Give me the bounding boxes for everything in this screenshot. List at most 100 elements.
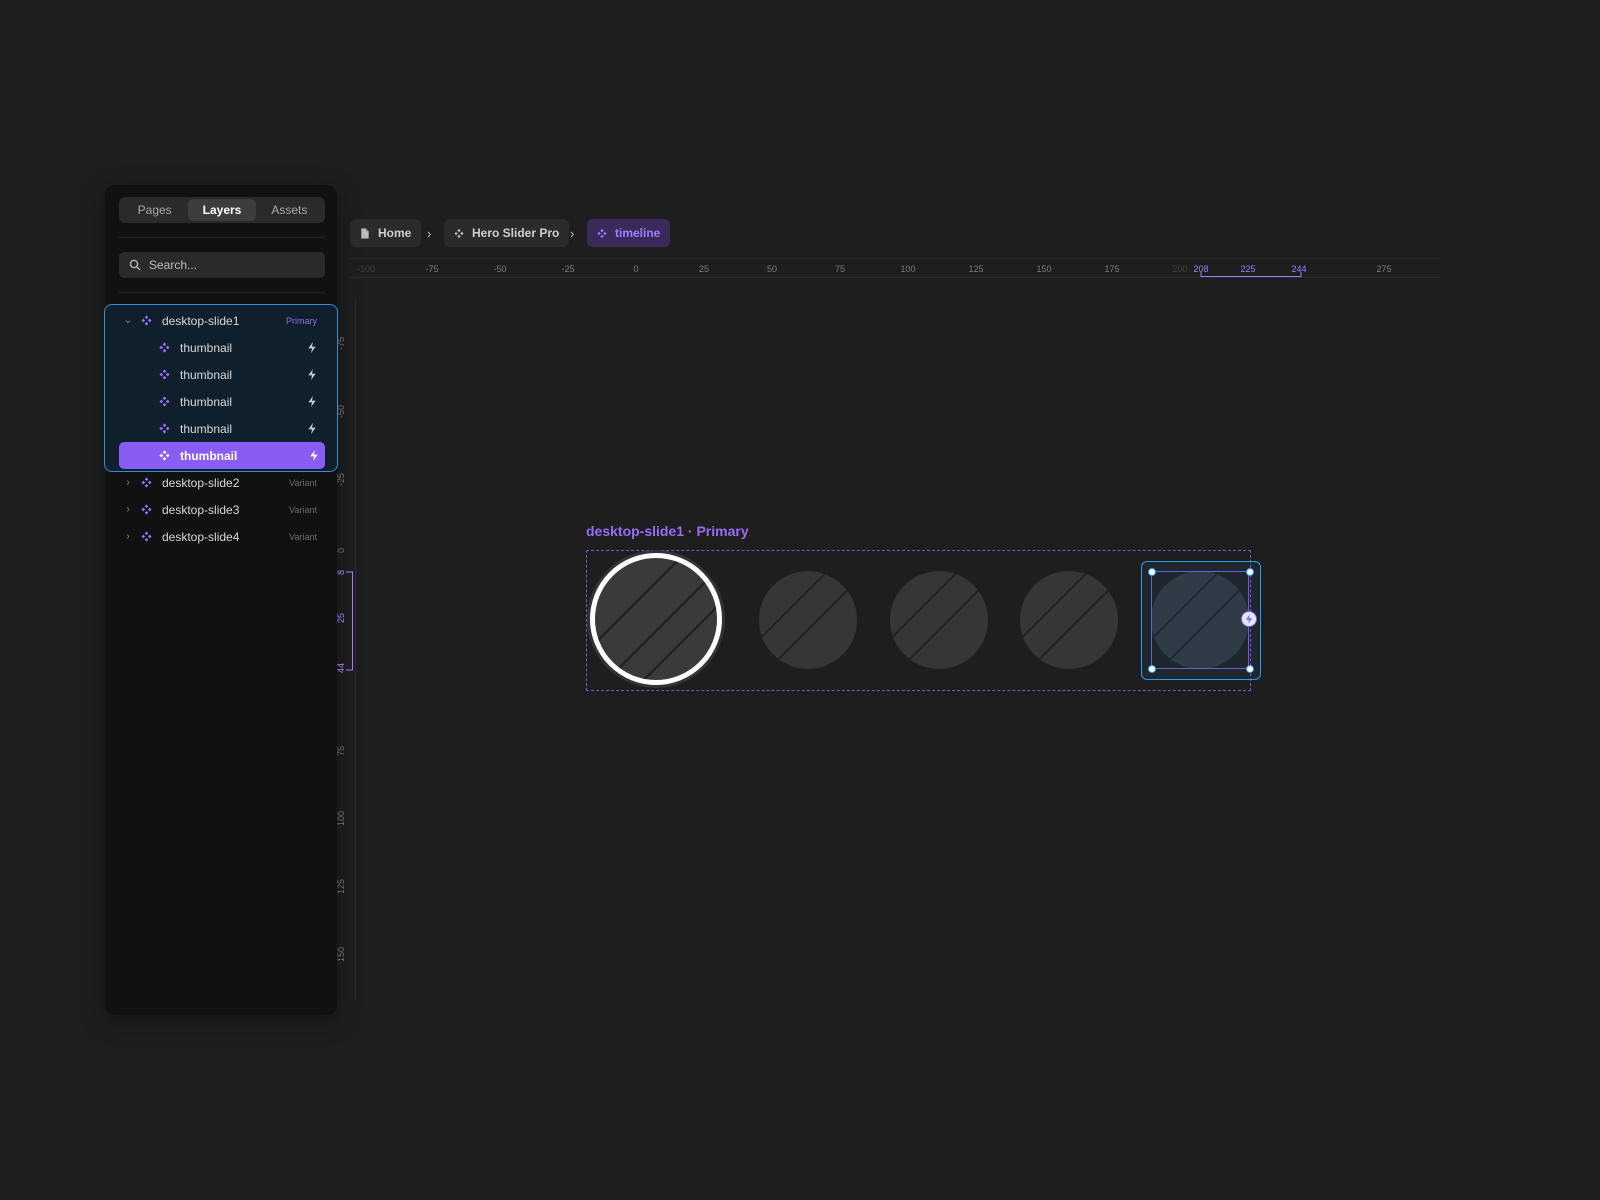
layer-row-desktop-slide3[interactable]: › desktop-slide3 Variant <box>105 496 337 523</box>
breadcrumb-label: timeline <box>615 226 661 240</box>
search-icon <box>129 259 141 271</box>
ruler-tick: -25 <box>336 472 346 486</box>
layer-label: thumbnail <box>180 421 233 436</box>
tab-layers[interactable]: Layers <box>188 199 256 221</box>
component-icon <box>159 342 170 353</box>
ruler-tick: 125 <box>968 264 984 274</box>
breadcrumb-hero-slider-pro[interactable]: Hero Slider Pro <box>444 219 570 247</box>
ruler-tick-selected: 225 <box>1240 264 1256 274</box>
layer-label: desktop-slide1 <box>162 313 240 328</box>
ruler-tick: 275 <box>1376 264 1392 274</box>
vertical-ruler[interactable]: -75 -50 -25 0 8 25 44 75 100 125 150 <box>336 300 356 1000</box>
ruler-tick: 75 <box>834 264 846 274</box>
layer-label: desktop-slide3 <box>162 502 240 517</box>
bolt-icon[interactable] <box>309 450 319 461</box>
breadcrumb-timeline[interactable]: timeline <box>587 219 671 247</box>
ruler-tick: -50 <box>336 404 346 418</box>
breadcrumb-separator-icon: › <box>570 226 575 241</box>
image-placeholder-icon <box>890 571 988 669</box>
layer-label: thumbnail <box>180 394 233 409</box>
selection-bounds <box>1151 571 1249 669</box>
layer-row-thumbnail-selected[interactable]: thumbnail <box>119 442 325 469</box>
breadcrumb-label: Hero Slider Pro <box>472 226 560 240</box>
ruler-tick: 0 <box>336 547 346 553</box>
variant-badge: Variant <box>289 504 317 515</box>
image-placeholder-icon <box>595 558 717 680</box>
search-input[interactable] <box>149 258 309 272</box>
thumbnail[interactable] <box>759 571 857 669</box>
component-icon <box>454 228 464 238</box>
chevron-right-icon[interactable]: › <box>123 531 133 542</box>
tab-pages[interactable]: Pages <box>121 199 188 221</box>
ruler-tick: 100 <box>900 264 916 274</box>
layer-row-desktop-slide2[interactable]: › desktop-slide2 Variant <box>105 469 337 496</box>
component-icon <box>141 477 152 488</box>
thumbnail[interactable] <box>890 571 988 669</box>
chevron-right-icon[interactable]: › <box>123 477 133 488</box>
layer-label: thumbnail <box>180 448 238 463</box>
resize-handle-top-right[interactable] <box>1246 568 1254 576</box>
bolt-icon <box>1245 614 1253 624</box>
ruler-tick: 75 <box>336 745 346 756</box>
layer-row-thumbnail[interactable]: thumbnail <box>105 388 337 415</box>
ruler-tick: 100 <box>336 810 346 826</box>
layer-row-thumbnail[interactable]: thumbnail <box>105 361 337 388</box>
page-icon <box>361 227 369 239</box>
layer-row-thumbnail[interactable]: thumbnail <box>105 334 337 361</box>
ruler-track <box>350 258 1440 278</box>
horizontal-ruler[interactable]: -100 -75 -50 -25 0 25 50 75 100 125 150 … <box>350 258 1440 278</box>
resize-handle-top-left[interactable] <box>1148 568 1156 576</box>
ruler-tick: -100 <box>356 264 376 274</box>
component-icon <box>141 504 152 515</box>
chevron-down-icon[interactable]: ⌄ <box>123 315 133 326</box>
component-icon <box>141 315 152 326</box>
ruler-tick: -25 <box>561 264 575 274</box>
layer-row-desktop-slide1[interactable]: ⌄ desktop-slide1 Primary <box>105 307 337 334</box>
image-placeholder-icon <box>1020 571 1118 669</box>
ruler-tick: -75 <box>425 264 439 274</box>
ruler-tick: 25 <box>698 264 710 274</box>
component-icon <box>159 450 170 461</box>
layer-row-thumbnail[interactable]: thumbnail <box>105 415 337 442</box>
layer-row-desktop-slide4[interactable]: › desktop-slide4 Variant <box>105 523 337 550</box>
thumbnail-active[interactable] <box>590 553 722 685</box>
variant-badge: Variant <box>289 531 317 542</box>
chevron-right-icon[interactable]: › <box>123 504 133 515</box>
image-placeholder-icon <box>759 571 857 669</box>
component-icon <box>159 369 170 380</box>
layer-label: thumbnail <box>180 367 233 382</box>
search-box[interactable] <box>119 252 325 278</box>
bolt-icon[interactable] <box>307 396 317 407</box>
ruler-tick-selected: 44 <box>336 662 346 673</box>
frame-title[interactable]: desktop-slide1 · Primary <box>586 523 749 539</box>
ruler-tick: 150 <box>1036 264 1052 274</box>
component-icon <box>141 531 152 542</box>
ruler-tick: 125 <box>336 878 346 894</box>
layer-label: desktop-slide2 <box>162 475 240 490</box>
bolt-icon[interactable] <box>307 423 317 434</box>
bolt-icon[interactable] <box>307 342 317 353</box>
breadcrumb-separator-icon: › <box>427 226 432 241</box>
ruler-tick: 50 <box>766 264 778 274</box>
resize-handle-bottom-left[interactable] <box>1148 665 1156 673</box>
ruler-tick-selected: 25 <box>336 612 346 623</box>
component-icon <box>159 396 170 407</box>
variant-badge: Variant <box>289 477 317 488</box>
tab-assets[interactable]: Assets <box>256 199 323 221</box>
ruler-tick: -75 <box>336 336 346 350</box>
ruler-tick: 200 <box>1172 264 1188 274</box>
resize-handle-bottom-right[interactable] <box>1246 665 1254 673</box>
bolt-icon[interactable] <box>307 369 317 380</box>
ruler-tick-selected: 8 <box>336 569 346 575</box>
panel-tabs: Pages Layers Assets <box>119 197 325 223</box>
layers-panel: Pages Layers Assets ⌄ desktop-slide1 Pri… <box>104 185 338 1015</box>
layer-label: desktop-slide4 <box>162 529 240 544</box>
ruler-tick: -50 <box>493 264 507 274</box>
interaction-handle[interactable] <box>1241 611 1257 627</box>
ruler-tick: 150 <box>336 946 346 962</box>
component-icon <box>159 423 170 434</box>
breadcrumb-home[interactable]: Home <box>350 219 422 247</box>
divider <box>119 292 325 293</box>
thumbnail[interactable] <box>1020 571 1118 669</box>
ruler-tick-selected: 208 <box>1193 264 1209 274</box>
